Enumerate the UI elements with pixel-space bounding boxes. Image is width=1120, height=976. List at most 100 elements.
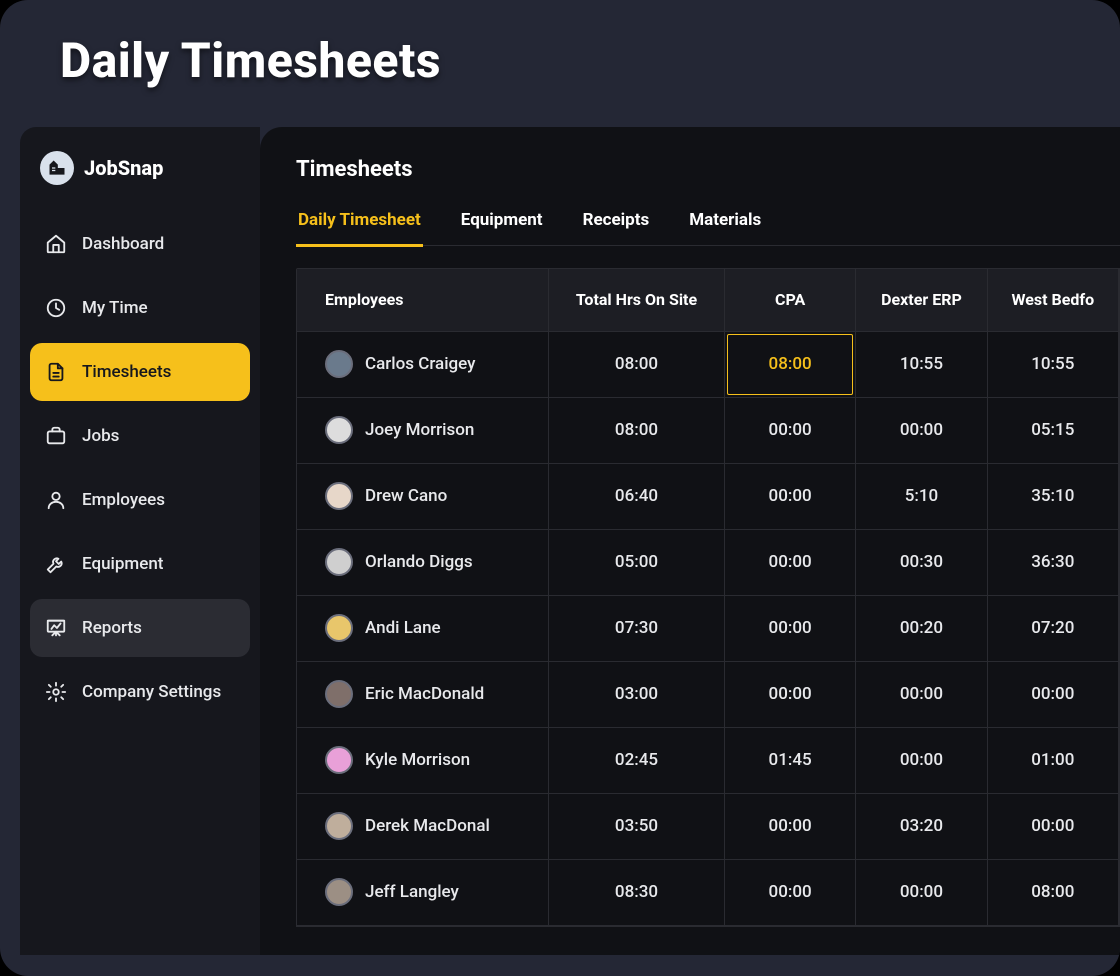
tab-daily[interactable]: Daily Timesheet <box>296 210 423 247</box>
employee-name: Orlando Diggs <box>365 552 473 572</box>
time-cell[interactable]: 06:40 <box>549 463 725 529</box>
file-icon <box>44 360 68 384</box>
main-panel: Timesheets Daily Timesheet Equipment Recei… <box>260 127 1120 955</box>
employee-cell[interactable]: Orlando Diggs <box>297 529 549 595</box>
table-header-row: EmployeesTotal Hrs On SiteCPADexter ERPW… <box>297 269 1119 331</box>
employee-cell[interactable]: Eric MacDonald <box>297 661 549 727</box>
time-cell[interactable]: 10:55 <box>856 331 987 397</box>
col-header-cpa[interactable]: CPA <box>724 269 855 331</box>
avatar <box>325 416 353 444</box>
time-cell[interactable]: 00:00 <box>724 793 855 859</box>
panel-title: Timesheets <box>296 157 1120 182</box>
time-cell[interactable]: 00:00 <box>724 529 855 595</box>
time-cell[interactable]: 00:20 <box>856 595 987 661</box>
brand[interactable]: JobSnap <box>30 151 250 205</box>
employee-cell[interactable]: Kyle Morrison <box>297 727 549 793</box>
timesheet-table-wrap: EmployeesTotal Hrs On SiteCPADexter ERPW… <box>296 268 1120 927</box>
avatar <box>325 878 353 906</box>
tab-materials[interactable]: Materials <box>687 210 763 245</box>
page-header: Daily Timesheets <box>0 0 1120 103</box>
brand-name: JobSnap <box>84 156 163 180</box>
sidebar-item-timesheets[interactable]: Timesheets <box>30 343 250 401</box>
col-header-west[interactable]: West Bedfo <box>987 269 1118 331</box>
sidebar-item-dashboard[interactable]: Dashboard <box>30 215 250 273</box>
time-cell[interactable]: 00:00 <box>856 397 987 463</box>
table-row[interactable]: Carlos Craigey08:0008:0010:5510:55 <box>297 331 1119 397</box>
employee-cell[interactable]: Carlos Craigey <box>297 331 549 397</box>
employee-name: Jeff Langley <box>365 882 459 902</box>
avatar <box>325 482 353 510</box>
col-header-total[interactable]: Total Hrs On Site <box>549 269 725 331</box>
sidebar-item-employees[interactable]: Employees <box>30 471 250 529</box>
sidebar-item-jobs[interactable]: Jobs <box>30 407 250 465</box>
table-row[interactable]: Joey Morrison08:0000:0000:0005:15 <box>297 397 1119 463</box>
time-cell[interactable]: 00:00 <box>856 859 987 925</box>
time-cell[interactable]: 00:00 <box>856 661 987 727</box>
time-cell[interactable]: 07:30 <box>549 595 725 661</box>
time-cell[interactable]: 05:15 <box>987 397 1118 463</box>
time-cell[interactable]: 01:45 <box>724 727 855 793</box>
avatar <box>325 548 353 576</box>
table-row[interactable]: Eric MacDonald03:0000:0000:0000:00 <box>297 661 1119 727</box>
timesheet-table: EmployeesTotal Hrs On SiteCPADexter ERPW… <box>297 269 1119 926</box>
user-icon <box>44 488 68 512</box>
time-cell[interactable]: 5:10 <box>856 463 987 529</box>
time-cell[interactable]: 03:20 <box>856 793 987 859</box>
time-cell[interactable]: 00:00 <box>724 859 855 925</box>
sidebar: JobSnap Dashboard My Time Timesheets Jobs Em… <box>20 127 260 955</box>
home-icon <box>44 232 68 256</box>
employee-cell[interactable]: Jeff Langley <box>297 859 549 925</box>
wrench-icon <box>44 552 68 576</box>
time-cell[interactable]: 00:00 <box>724 463 855 529</box>
time-cell[interactable]: 10:55 <box>987 331 1118 397</box>
time-cell[interactable]: 08:00 <box>549 331 725 397</box>
employee-cell[interactable]: Derek MacDonal <box>297 793 549 859</box>
tab-equipment[interactable]: Equipment <box>459 210 545 245</box>
time-cell[interactable]: 08:00 <box>724 331 855 397</box>
time-cell[interactable]: 08:00 <box>987 859 1118 925</box>
time-cell[interactable]: 00:00 <box>987 661 1118 727</box>
table-row[interactable]: Kyle Morrison02:4501:4500:0001:00 <box>297 727 1119 793</box>
table-row[interactable]: Drew Cano06:4000:005:1035:10 <box>297 463 1119 529</box>
employee-name: Eric MacDonald <box>365 684 484 704</box>
employee-cell[interactable]: Andi Lane <box>297 595 549 661</box>
time-cell[interactable]: 35:10 <box>987 463 1118 529</box>
time-cell[interactable]: 05:00 <box>549 529 725 595</box>
sidebar-item-settings[interactable]: Company Settings <box>30 663 250 721</box>
time-cell[interactable]: 03:00 <box>549 661 725 727</box>
employee-cell[interactable]: Joey Morrison <box>297 397 549 463</box>
time-cell[interactable]: 00:00 <box>724 595 855 661</box>
sidebar-item-mytime[interactable]: My Time <box>30 279 250 337</box>
employee-cell[interactable]: Drew Cano <box>297 463 549 529</box>
employee-name: Derek MacDonal <box>365 816 490 836</box>
time-cell[interactable]: 00:00 <box>856 727 987 793</box>
time-cell[interactable]: 00:30 <box>856 529 987 595</box>
sidebar-item-label: My Time <box>82 298 148 318</box>
col-header-dexter[interactable]: Dexter ERP <box>856 269 987 331</box>
avatar <box>325 812 353 840</box>
sidebar-item-reports[interactable]: Reports <box>30 599 250 657</box>
table-row[interactable]: Derek MacDonal03:5000:0003:2000:00 <box>297 793 1119 859</box>
presentation-icon <box>44 616 68 640</box>
tabs: Daily Timesheet Equipment Receipts Material… <box>296 210 1120 246</box>
time-cell[interactable]: 07:20 <box>987 595 1118 661</box>
col-header-emp[interactable]: Employees <box>297 269 549 331</box>
sidebar-item-label: Dashboard <box>82 234 164 254</box>
table-row[interactable]: Orlando Diggs 05:0000:0000:3036:30 <box>297 529 1119 595</box>
time-cell[interactable]: 08:00 <box>549 397 725 463</box>
table-row[interactable]: Andi Lane07:3000:0000:2007:20 <box>297 595 1119 661</box>
time-cell[interactable]: 01:00 <box>987 727 1118 793</box>
time-cell[interactable]: 03:50 <box>549 793 725 859</box>
time-cell[interactable]: 08:30 <box>549 859 725 925</box>
table-row[interactable]: Jeff Langley08:3000:0000:0008:00 <box>297 859 1119 925</box>
tab-receipts[interactable]: Receipts <box>581 210 652 245</box>
time-cell[interactable]: 36:30 <box>987 529 1118 595</box>
time-cell[interactable]: 00:00 <box>724 397 855 463</box>
brand-logo-icon <box>40 151 74 185</box>
avatar <box>325 746 353 774</box>
gear-icon <box>44 680 68 704</box>
sidebar-item-equipment[interactable]: Equipment <box>30 535 250 593</box>
time-cell[interactable]: 00:00 <box>987 793 1118 859</box>
time-cell[interactable]: 02:45 <box>549 727 725 793</box>
time-cell[interactable]: 00:00 <box>724 661 855 727</box>
